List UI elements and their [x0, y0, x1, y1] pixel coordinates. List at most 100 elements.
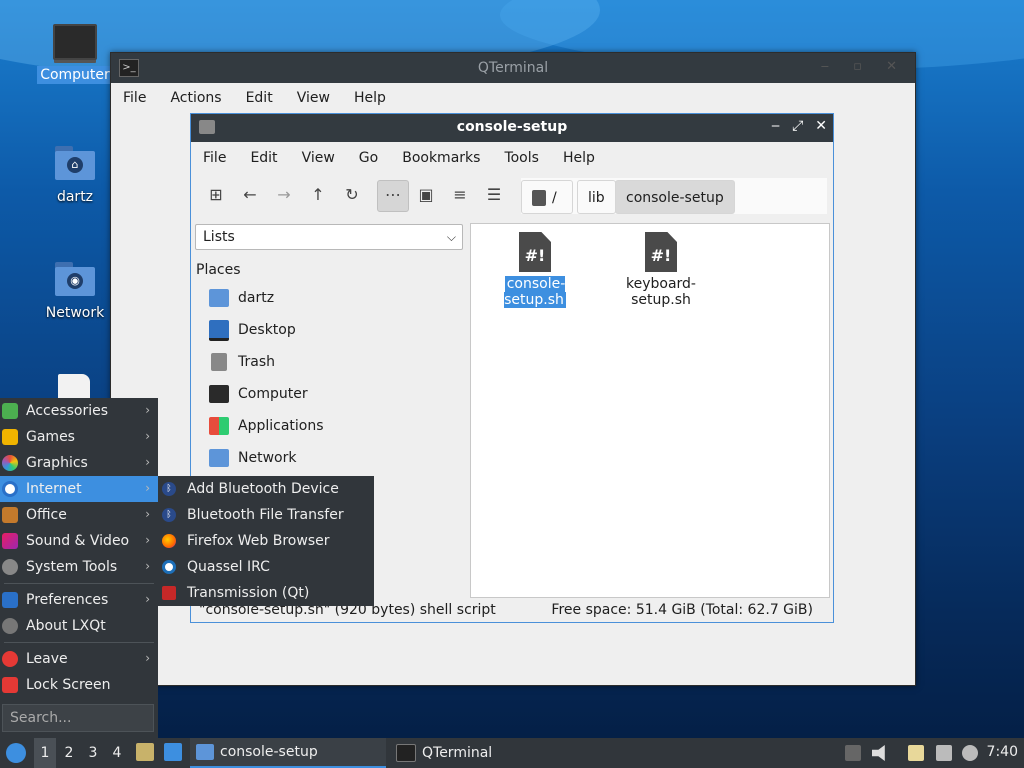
- workspace-4[interactable]: 4: [106, 738, 128, 768]
- close-icon[interactable]: ✕: [815, 118, 827, 134]
- detailed-list-view-icon[interactable]: ☰: [479, 180, 509, 210]
- chevron-right-icon: ›: [145, 507, 150, 521]
- sidebar-item-applications[interactable]: Applications: [209, 412, 459, 440]
- file-manager-menubar: File Edit View Go Bookmarks Tools Help: [191, 143, 833, 173]
- workspace-3[interactable]: 3: [82, 738, 104, 768]
- menu-actions[interactable]: Actions: [158, 90, 233, 106]
- breadcrumb-lib[interactable]: lib: [577, 180, 616, 214]
- menu-item-accessories[interactable]: Accessories ›: [0, 398, 158, 424]
- task-console-setup[interactable]: console-setup: [190, 738, 386, 768]
- accessories-icon: [2, 403, 18, 419]
- show-desktop-icon[interactable]: [164, 743, 182, 761]
- sidebar-mode-select[interactable]: Lists ⌵: [195, 224, 463, 250]
- menu-separator: [4, 642, 154, 643]
- submenu-item-bluetooth-transfer[interactable]: ᛒ Bluetooth File Transfer: [158, 502, 374, 528]
- submenu-item-transmission[interactable]: Transmission (Qt): [158, 580, 374, 606]
- desktop-icon-label: dartz: [56, 189, 94, 205]
- chevron-right-icon: ›: [145, 481, 150, 495]
- menu-edit[interactable]: Edit: [238, 150, 289, 166]
- menu-item-sound-video[interactable]: Sound & Video ›: [0, 528, 158, 554]
- back-arrow-icon[interactable]: ←: [235, 180, 265, 210]
- sidebar-item-desktop[interactable]: Desktop: [209, 316, 459, 344]
- sidebar-item-computer[interactable]: Computer: [209, 380, 459, 408]
- menu-go[interactable]: Go: [347, 150, 390, 166]
- workspace-2[interactable]: 2: [58, 738, 80, 768]
- workspace-1[interactable]: 1: [34, 738, 56, 768]
- menu-item-internet[interactable]: Internet ›: [0, 476, 158, 502]
- minimize-icon[interactable]: ‒: [771, 118, 780, 134]
- submenu-item-quassel[interactable]: Quassel IRC: [158, 554, 374, 580]
- thumbnail-view-icon[interactable]: ▣: [411, 180, 441, 210]
- chevron-right-icon: ›: [145, 559, 150, 573]
- menu-edit[interactable]: Edit: [234, 90, 285, 106]
- sidebar-item-network[interactable]: Network: [209, 444, 459, 472]
- menu-item-lock-screen[interactable]: Lock Screen: [0, 672, 158, 698]
- graphics-icon: [2, 455, 18, 471]
- breadcrumb-root[interactable]: /: [521, 180, 573, 214]
- menu-tools[interactable]: Tools: [492, 150, 551, 166]
- menu-view[interactable]: View: [290, 150, 347, 166]
- eject-icon[interactable]: [845, 745, 861, 761]
- breadcrumb-console-setup[interactable]: console-setup: [615, 180, 735, 214]
- volume-icon[interactable]: [872, 745, 885, 761]
- up-arrow-icon[interactable]: ↑: [303, 180, 333, 210]
- new-tab-icon[interactable]: ⊞: [201, 180, 231, 210]
- menu-bookmarks[interactable]: Bookmarks: [390, 150, 492, 166]
- menu-item-about[interactable]: About LXQt: [0, 613, 158, 639]
- menu-search-input[interactable]: Search...: [2, 704, 154, 732]
- sidebar-item-trash[interactable]: Trash: [209, 348, 459, 376]
- office-icon: [2, 507, 18, 523]
- internet-submenu: ᛒ Add Bluetooth Device ᛒ Bluetooth File Tr…: [158, 476, 374, 606]
- menu-item-leave[interactable]: Leave ›: [0, 646, 158, 672]
- network-status-icon[interactable]: [936, 745, 952, 761]
- desktop-icon-network[interactable]: ◉ Network: [37, 262, 113, 322]
- system-tools-icon: [2, 559, 18, 575]
- menu-item-system-tools[interactable]: System Tools ›: [0, 554, 158, 580]
- menu-item-preferences[interactable]: Preferences ›: [0, 587, 158, 613]
- menu-file[interactable]: File: [191, 150, 238, 166]
- submenu-item-add-bluetooth[interactable]: ᛒ Add Bluetooth Device: [158, 476, 374, 502]
- notification-icon[interactable]: [962, 745, 978, 761]
- lxqt-start-icon[interactable]: [6, 743, 26, 763]
- file-item[interactable]: #! keyboard- setup.sh: [601, 232, 721, 308]
- file-name: keyboard-: [626, 276, 696, 292]
- status-free-space: Free space: 51.4 GiB (Total: 62.7 GiB): [551, 602, 813, 618]
- compact-view-icon[interactable]: ≡: [445, 180, 475, 210]
- sidebar-item-dartz[interactable]: dartz: [209, 284, 459, 312]
- menu-file[interactable]: File: [111, 90, 158, 106]
- qterminal-titlebar[interactable]: >_ QTerminal ‒ ▫ ✕: [111, 53, 915, 83]
- menu-item-office[interactable]: Office ›: [0, 502, 158, 528]
- maximize-icon[interactable]: ⤢: [792, 118, 803, 134]
- lock-icon: [2, 677, 18, 693]
- bluetooth-icon: ᛒ: [162, 482, 176, 496]
- file-manager-launcher-icon[interactable]: [136, 743, 154, 761]
- submenu-item-firefox[interactable]: Firefox Web Browser: [158, 528, 374, 554]
- menu-help[interactable]: Help: [551, 150, 607, 166]
- menu-view[interactable]: View: [285, 90, 342, 106]
- menu-item-graphics[interactable]: Graphics ›: [0, 450, 158, 476]
- desktop-icon-file[interactable]: [58, 374, 90, 398]
- desktop-icon-label: Computer: [37, 66, 113, 84]
- clock[interactable]: 7:40: [987, 744, 1018, 760]
- file-item[interactable]: #! console-setup.sh: [475, 232, 595, 308]
- menu-help[interactable]: Help: [342, 90, 398, 106]
- bluetooth-icon: ᛒ: [162, 508, 176, 522]
- desktop-icon-computer[interactable]: Computer: [37, 24, 113, 84]
- terminal-icon: [396, 744, 416, 762]
- computer-icon: [209, 385, 229, 403]
- quassel-icon: [162, 560, 176, 574]
- forward-arrow-icon[interactable]: →: [269, 180, 299, 210]
- file-manager-titlebar[interactable]: console-setup ‒ ⤢ ✕: [191, 114, 833, 142]
- file-view[interactable]: #! console-setup.sh #! keyboard- setup.s…: [470, 223, 830, 598]
- clipboard-icon[interactable]: [908, 745, 924, 761]
- desktop-icon: [209, 319, 229, 341]
- reload-icon[interactable]: ↻: [337, 180, 367, 210]
- icon-view-icon[interactable]: ⋯: [377, 180, 409, 212]
- file-name: console-setup.sh: [504, 276, 566, 308]
- desktop-icon-home[interactable]: ⌂ dartz: [37, 146, 113, 206]
- qterminal-menubar: File Actions Edit View Help: [111, 83, 915, 113]
- preferences-icon: [2, 592, 18, 608]
- menu-item-games[interactable]: Games ›: [0, 424, 158, 450]
- window-controls[interactable]: ‒ ▫ ✕: [821, 59, 907, 74]
- task-qterminal[interactable]: QTerminal: [390, 738, 586, 768]
